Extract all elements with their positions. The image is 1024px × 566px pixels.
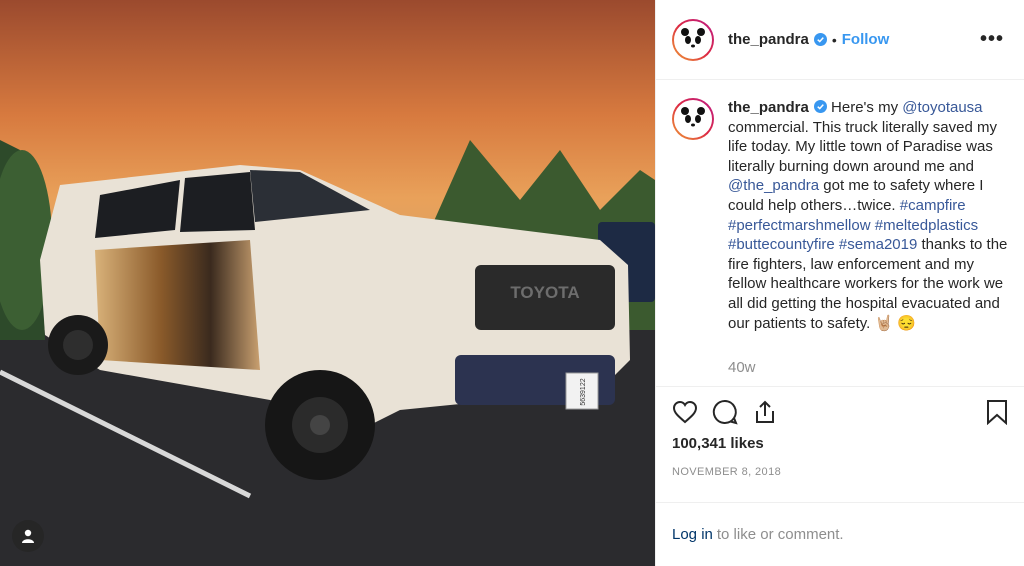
hashtag-meltedplastics[interactable]: #meltedplastics [875, 217, 978, 234]
caption-part: Here's my [826, 99, 903, 116]
panda-avatar-icon [676, 102, 710, 136]
more-options-button[interactable]: ••• [976, 28, 1008, 51]
login-link[interactable]: Log in [672, 526, 713, 543]
time-ago[interactable]: 40w [728, 359, 756, 376]
separator-dot: • [831, 31, 837, 48]
license-plate: 5639122 [580, 378, 587, 405]
likes-count[interactable]: 100,341 likes [656, 435, 1024, 452]
caption-avatar[interactable] [672, 98, 714, 140]
verified-icon [813, 33, 827, 46]
comment-icon[interactable] [712, 399, 738, 425]
user-icon [22, 529, 34, 543]
action-bar [656, 387, 1024, 437]
truck-photo: TOYOTA 5639122 [0, 0, 655, 566]
hashtag-perfectmarshmellow[interactable]: #perfectmarshmellow [728, 217, 871, 234]
post-sidebar: the_pandra • Follow ••• the_pandra Here'… [655, 0, 1024, 566]
caption-section: the_pandra Here's my @toyotausa commerci… [656, 80, 1024, 387]
user-tag-button[interactable] [12, 520, 44, 552]
mention-the-pandra[interactable]: @the_pandra [728, 177, 819, 194]
instagram-post: TOYOTA 5639122 the_pandra • Follow ••• t… [0, 0, 1024, 566]
post-header: the_pandra • Follow ••• [656, 0, 1024, 80]
follow-button[interactable]: Follow [842, 31, 890, 48]
hashtag-buttecountyfire[interactable]: #buttecountyfire [728, 236, 835, 253]
post-photo[interactable]: TOYOTA 5639122 [0, 0, 655, 566]
bookmark-icon[interactable] [986, 399, 1008, 425]
hashtag-campfire[interactable]: #campfire [900, 197, 966, 214]
avatar[interactable] [672, 18, 714, 61]
post-username[interactable]: the_pandra [728, 31, 809, 48]
login-prompt-text: to like or comment. [716, 526, 844, 543]
share-icon[interactable] [752, 399, 778, 425]
caption-part: commercial. This truck literally saved m… [728, 118, 997, 175]
verified-icon [813, 100, 827, 113]
heart-icon[interactable] [672, 400, 698, 424]
caption-text: the_pandra Here's my @toyotausa commerci… [728, 98, 1008, 386]
panda-avatar-icon [676, 22, 710, 57]
hashtag-sema2019[interactable]: #sema2019 [839, 236, 917, 253]
grille-text: TOYOTA [510, 283, 579, 302]
post-date: NOVEMBER 8, 2018 [672, 466, 782, 478]
mention-toyotausa[interactable]: @toyotausa [902, 99, 982, 116]
login-prompt: Log in to like or comment. [656, 502, 1024, 566]
caption-username[interactable]: the_pandra [728, 99, 809, 116]
